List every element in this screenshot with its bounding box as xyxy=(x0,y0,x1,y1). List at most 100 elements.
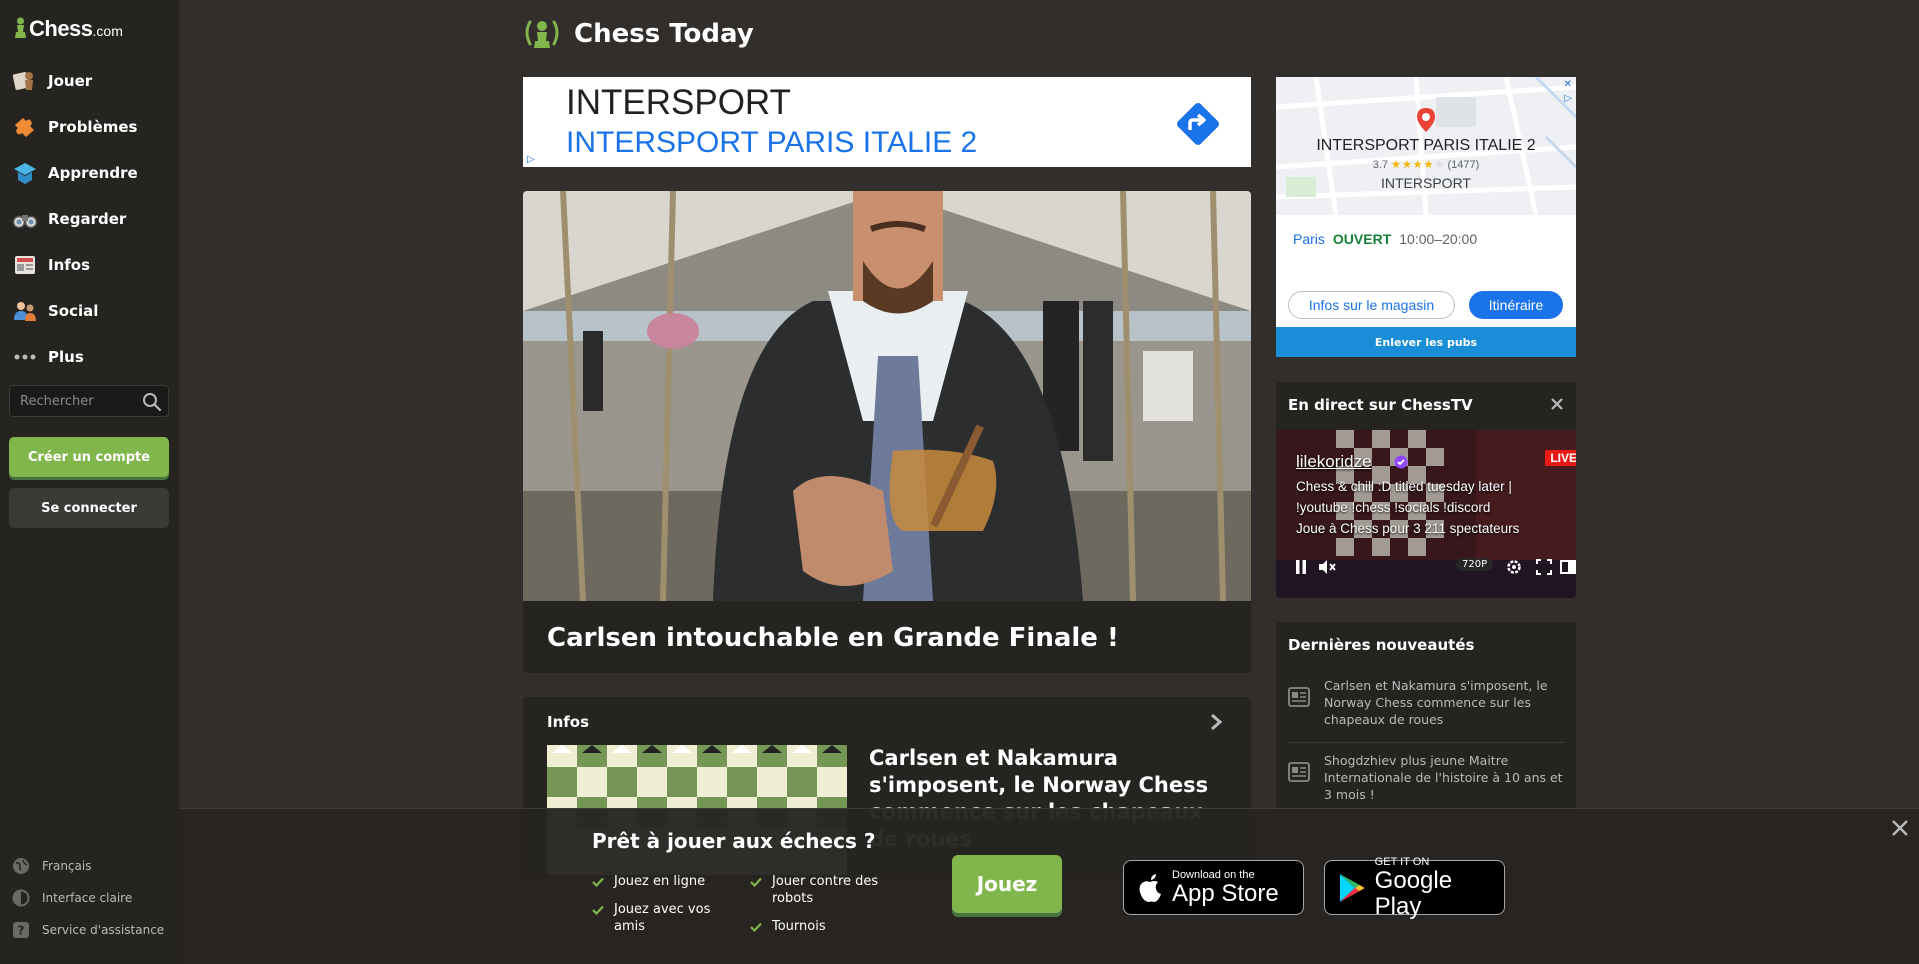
play-promo-banner: Prêt à jouer aux échecs ? Jouez en ligne… xyxy=(179,808,1919,964)
play-pawn-icon xyxy=(12,68,38,94)
broadcast-pawn-icon xyxy=(525,20,559,48)
nav-label: Problèmes xyxy=(48,118,138,136)
close-icon[interactable] xyxy=(1891,819,1909,841)
latest-news: Dernières nouveautés Carlsen et Nakamura… xyxy=(1276,622,1576,812)
latest-news-title: Dernières nouveautés xyxy=(1288,636,1475,654)
nav-item-plus[interactable]: Plus xyxy=(0,334,179,380)
chesstv-widget: En direct sur ChessTV lilekoridze LIVE C… xyxy=(1276,382,1576,598)
svg-text:?: ? xyxy=(18,924,25,938)
logo-word: Chess xyxy=(29,16,93,41)
globe-icon xyxy=(12,857,30,875)
verified-icon xyxy=(1394,455,1408,469)
page-header: Chess Today xyxy=(522,14,754,54)
check-icon xyxy=(592,905,604,915)
main-nav: Jouer Problèmes Apprendre Regarder Infos xyxy=(0,58,179,380)
nav-item-regarder[interactable]: Regarder xyxy=(0,196,179,242)
logo-pawn-icon xyxy=(15,17,26,38)
ad-banner[interactable]: INTERSPORT INTERSPORT PARIS ITALIE 2 ▷ xyxy=(523,77,1251,167)
sidebar-footer: Français Interface claire ? Service d'as… xyxy=(12,850,164,946)
apple-icon xyxy=(1139,873,1161,902)
sidebar: Chess .com Jouer Problèmes Apprendre Reg… xyxy=(0,0,179,964)
search-box xyxy=(9,385,169,417)
store-info-button[interactable]: Infos sur le magasin xyxy=(1288,291,1455,319)
nav-label: Infos xyxy=(48,256,91,274)
chesstv-title: En direct sur ChessTV xyxy=(1288,396,1473,414)
theater-mode-icon[interactable] xyxy=(1560,559,1576,575)
light-theme-link[interactable]: Interface claire xyxy=(12,882,164,914)
create-account-button[interactable]: Créer un compte xyxy=(9,437,169,477)
route-button[interactable]: Itinéraire xyxy=(1469,291,1563,319)
promo-feature: Tournois xyxy=(750,918,900,935)
news-icon xyxy=(1288,762,1310,786)
map-brand: INTERSPORT xyxy=(1381,175,1471,191)
featured-article[interactable]: Carlsen intouchable en Grande Finale ! xyxy=(523,191,1251,673)
map-image: INTERSPORT PARIS ITALIE 2 3.7 ★★★★★ (147… xyxy=(1276,77,1576,215)
login-button[interactable]: Se connecter xyxy=(9,488,169,528)
news-icon xyxy=(1288,687,1310,711)
google-play-button[interactable]: GET IT ON Google Play xyxy=(1324,856,1505,919)
quality-badge[interactable]: 720P xyxy=(1456,558,1494,571)
google-play-small-text: GET IT ON xyxy=(1374,855,1430,868)
pause-icon[interactable] xyxy=(1294,559,1308,575)
stream-channel-name[interactable]: lilekoridze xyxy=(1296,452,1372,472)
logo-domain: .com xyxy=(92,23,123,39)
search-input[interactable] xyxy=(10,386,140,416)
remove-ads-link[interactable]: Enlever les pubs xyxy=(1276,327,1576,357)
nav-item-jouer[interactable]: Jouer xyxy=(0,58,179,104)
help-label: Service d'assistance xyxy=(42,923,165,937)
news-icon xyxy=(12,252,38,278)
nav-label: Regarder xyxy=(48,210,127,228)
nav-label: Social xyxy=(48,302,99,320)
app-store-button[interactable]: Download on the App Store xyxy=(1123,860,1304,915)
latest-news-item[interactable]: Carlsen et Nakamura s'imposent, le Norwa… xyxy=(1288,677,1564,743)
adchoices-icon[interactable]: ▷ xyxy=(527,154,535,165)
directions-icon[interactable] xyxy=(1173,99,1223,153)
mute-icon[interactable] xyxy=(1318,559,1336,575)
live-badge: LIVE xyxy=(1545,450,1576,466)
app-store-large-text: App Store xyxy=(1172,879,1279,907)
more-dots-icon xyxy=(12,344,38,370)
language-label: Français xyxy=(42,859,92,873)
nav-item-apprendre[interactable]: Apprendre xyxy=(0,150,179,196)
ad-store-name: INTERSPORT PARIS ITALIE 2 xyxy=(566,126,978,159)
chess-com-logo[interactable]: Chess .com xyxy=(14,14,123,42)
open-status: OUVERT xyxy=(1332,231,1392,247)
help-link[interactable]: ? Service d'assistance xyxy=(12,914,164,946)
stream-title: Chess & chill :D titled tuesday later | … xyxy=(1296,479,1512,515)
search-icon[interactable] xyxy=(142,392,162,416)
stream-viewers: Joue à Chess pour 3 211 spectateurs xyxy=(1296,521,1520,536)
adchoices-icon[interactable]: ▷ xyxy=(1564,93,1572,104)
review-count: (1477) xyxy=(1447,159,1480,171)
promo-title: Prêt à jouer aux échecs ? xyxy=(592,829,876,853)
puzzle-icon xyxy=(12,114,38,140)
stream-player[interactable]: lilekoridze LIVE Chess & chill :D titled… xyxy=(1276,430,1576,598)
google-play-icon xyxy=(1339,873,1365,902)
latest-news-item[interactable]: Shogdzhiev plus jeune Maitre Internation… xyxy=(1288,752,1564,808)
play-button[interactable]: Jouez xyxy=(952,855,1062,913)
news-section-title[interactable]: Infos xyxy=(547,713,589,731)
language-link[interactable]: Français xyxy=(12,850,164,882)
contrast-icon xyxy=(12,889,30,907)
nav-item-problemes[interactable]: Problèmes xyxy=(0,104,179,150)
latest-news-text: Carlsen et Nakamura s'imposent, le Norwa… xyxy=(1324,678,1548,727)
chevron-right-icon[interactable] xyxy=(1209,713,1223,735)
rating-stars-empty: ★ xyxy=(1434,159,1445,171)
nav-item-social[interactable]: Social xyxy=(0,288,179,334)
close-icon[interactable] xyxy=(1550,396,1564,415)
nav-label: Jouer xyxy=(48,72,93,90)
store-city: Paris xyxy=(1293,231,1325,247)
featured-article-image xyxy=(523,191,1251,601)
fullscreen-icon[interactable] xyxy=(1536,559,1552,575)
featured-headline[interactable]: Carlsen intouchable en Grande Finale ! xyxy=(547,623,1119,653)
app-store-small-text: Download on the xyxy=(1172,868,1255,881)
feature-label: Jouez en ligne xyxy=(614,874,706,889)
map-ad[interactable]: INTERSPORT PARIS ITALIE 2 3.7 ★★★★★ (147… xyxy=(1276,77,1576,327)
nav-item-infos[interactable]: Infos xyxy=(0,242,179,288)
page-title: Chess Today xyxy=(574,19,754,49)
feature-label: Jouez avec vos amis xyxy=(614,902,711,934)
promo-feature: Jouez avec vos amis xyxy=(592,901,732,935)
settings-gear-icon[interactable] xyxy=(1506,559,1522,575)
map-pin-icon xyxy=(1417,108,1435,132)
promo-feature: Jouez en ligne xyxy=(592,873,732,890)
ad-close-icon[interactable]: ✕ xyxy=(1564,79,1572,90)
